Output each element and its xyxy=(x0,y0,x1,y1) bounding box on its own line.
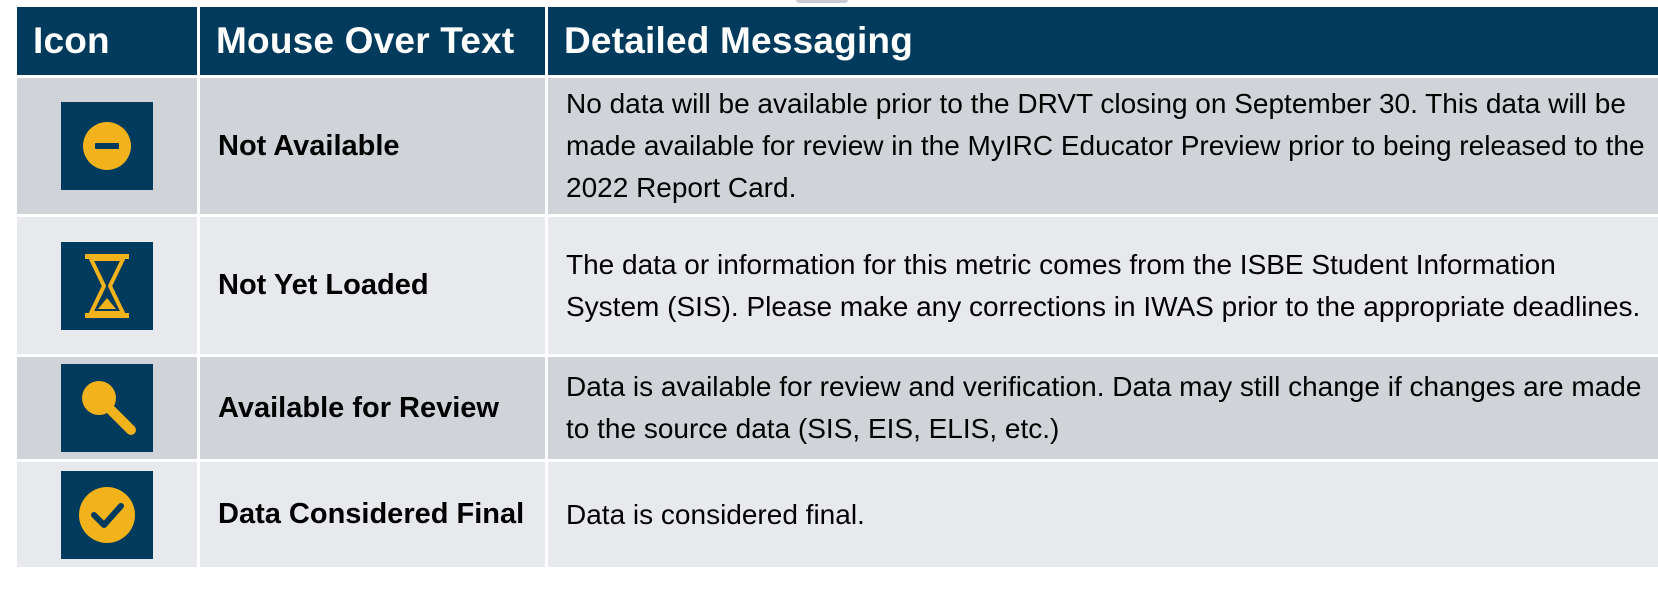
mouse-over-text: Not Available xyxy=(197,75,548,217)
detailed-message: Data is available for review and verific… xyxy=(545,354,1658,462)
icon-cell xyxy=(14,75,200,217)
header-detailed-messaging: Detailed Messaging xyxy=(545,4,1658,78)
icon-cell xyxy=(14,459,200,570)
table-row: Not Yet Loaded The data or information f… xyxy=(14,214,1658,357)
status-icon-legend-table: Icon Mouse Over Text Detailed Messaging … xyxy=(14,4,1658,570)
table-header-row: Icon Mouse Over Text Detailed Messaging xyxy=(14,4,1658,78)
table-row: Available for Review Data is available f… xyxy=(14,354,1658,462)
mouse-over-text: Not Yet Loaded xyxy=(197,214,548,357)
detailed-message: No data will be available prior to the D… xyxy=(545,75,1658,217)
check-circle-icon xyxy=(61,470,153,559)
detailed-message: The data or information for this metric … xyxy=(545,214,1658,357)
header-mouse-over-text: Mouse Over Text xyxy=(197,4,548,78)
hourglass-icon xyxy=(61,241,153,330)
minus-circle-icon xyxy=(61,102,153,190)
top-edge-tab xyxy=(796,0,848,3)
table-row: Data Considered Final Data is considered… xyxy=(14,459,1658,570)
detailed-message: Data is considered final. xyxy=(545,459,1658,570)
header-icon: Icon xyxy=(14,4,200,78)
icon-cell xyxy=(14,214,200,357)
mouse-over-text: Available for Review xyxy=(197,354,548,462)
icon-cell xyxy=(14,354,200,462)
mouse-over-text: Data Considered Final xyxy=(197,459,548,570)
magnifier-icon xyxy=(61,364,153,452)
table-row: Not Available No data will be available … xyxy=(14,75,1658,217)
